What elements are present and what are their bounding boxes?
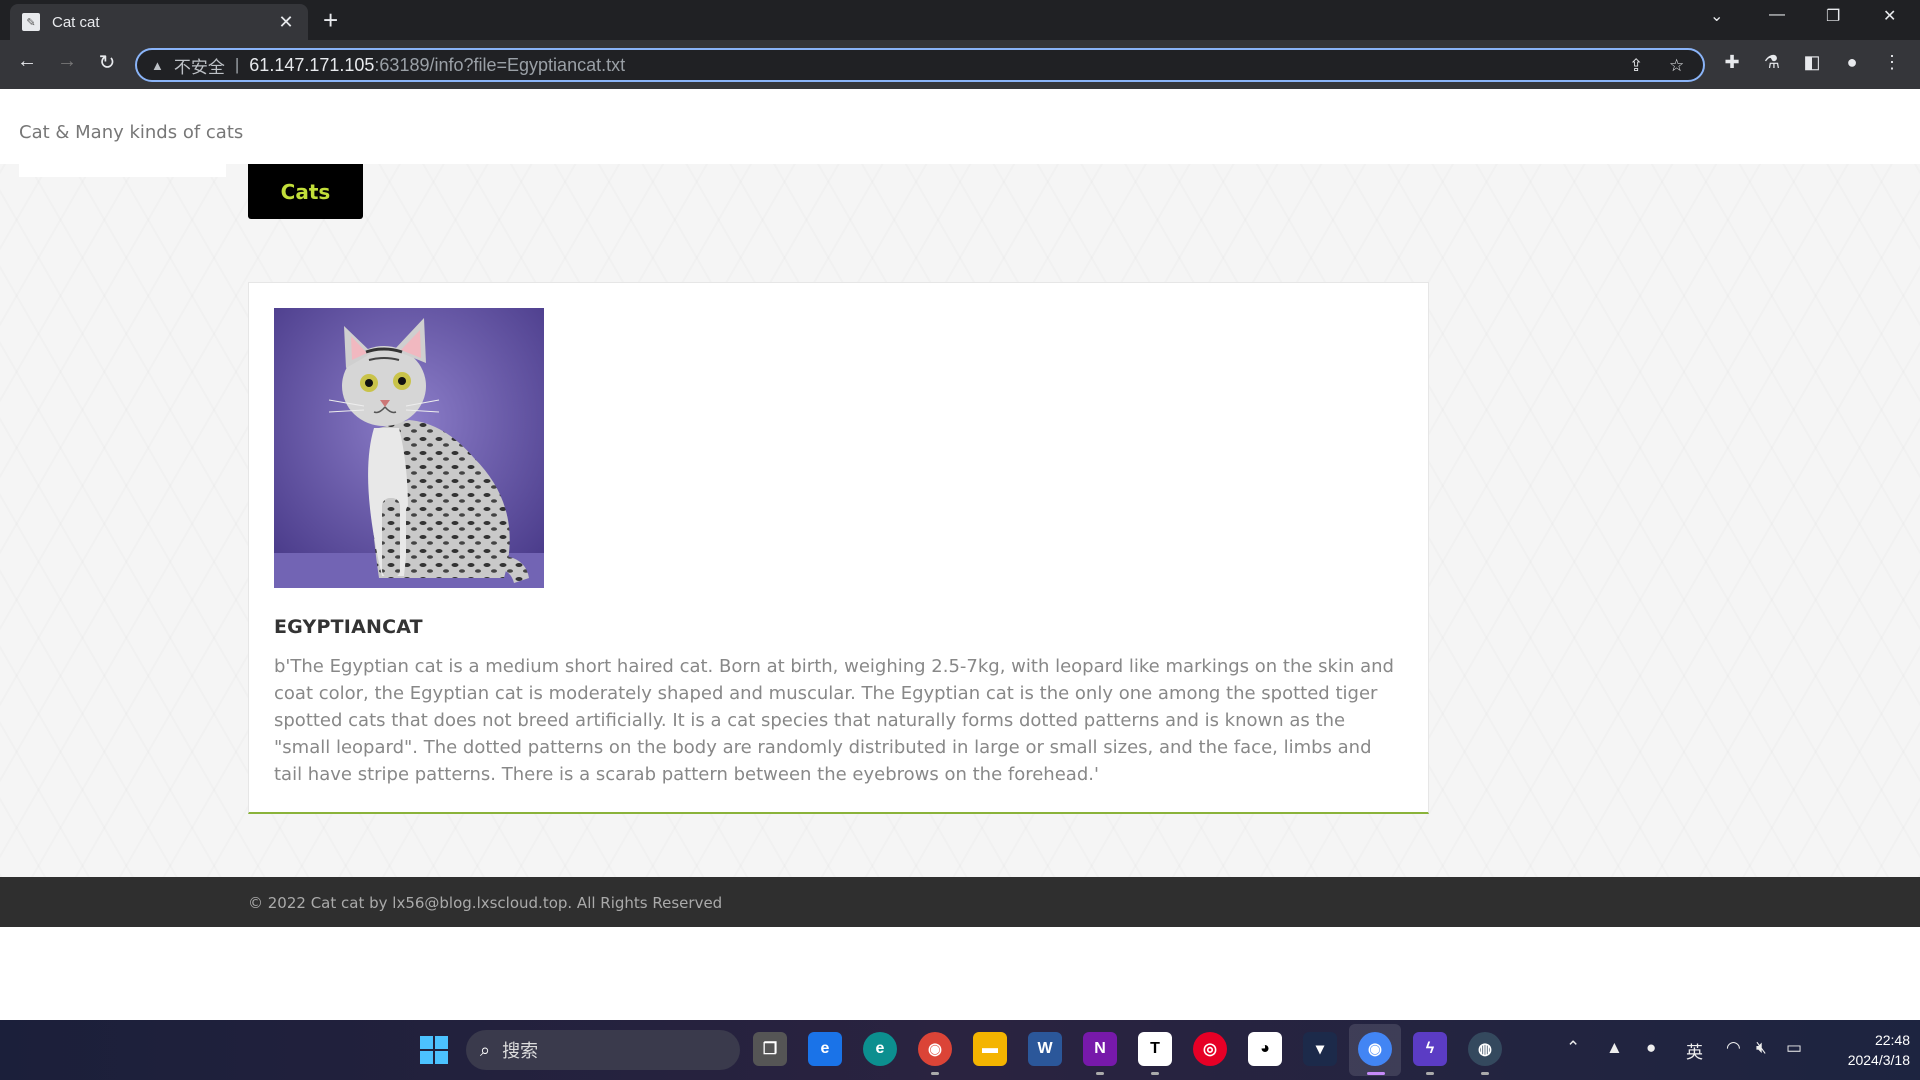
side-panel-icon[interactable]: ◧ xyxy=(1800,52,1824,73)
new-tab-button[interactable]: + xyxy=(323,6,338,34)
netease-music-icon[interactable]: ◎ xyxy=(1193,1032,1227,1066)
cat-info-card: EGYPTIANCAT b'The Egyptian cat is a medi… xyxy=(248,282,1429,814)
warning-icon: ▲ xyxy=(151,57,164,73)
labs-flask-icon[interactable]: ⚗ xyxy=(1760,52,1784,73)
browser-tab[interactable]: ✎ Cat cat ✕ xyxy=(10,4,308,40)
onenote-icon[interactable]: N xyxy=(1083,1032,1117,1066)
task-view-icon[interactable]: ❐ xyxy=(753,1032,787,1066)
wifi-icon[interactable]: ◠ xyxy=(1726,1038,1741,1058)
brand-underline xyxy=(19,164,226,177)
running-indicator xyxy=(1151,1072,1159,1075)
clock-time: 22:48 xyxy=(1874,1032,1910,1048)
cat-app-icon[interactable]: ▾ xyxy=(1303,1032,1337,1066)
site-brand[interactable]: Cat & Many kinds of cats xyxy=(19,122,243,143)
site-header: Cat & Many kinds of cats xyxy=(0,89,1920,164)
taskbar-clock[interactable]: 22:48 2024/3/18 xyxy=(1810,1030,1910,1070)
lightning-app-icon[interactable]: ϟ xyxy=(1413,1032,1447,1066)
restore-button[interactable]: ❐ xyxy=(1826,6,1840,26)
cats-nav-button[interactable]: Cats xyxy=(248,164,363,219)
running-indicator xyxy=(931,1072,939,1075)
search-icon: ⌕ xyxy=(480,1039,491,1060)
running-indicator xyxy=(1096,1072,1104,1075)
minimize-button[interactable]: — xyxy=(1769,6,1785,24)
cat-photo xyxy=(274,308,544,588)
clock-date: 2024/3/18 xyxy=(1847,1052,1910,1068)
favicon-icon: ✎ xyxy=(22,13,40,31)
running-indicator xyxy=(1426,1072,1434,1075)
address-bar[interactable]: ▲ 不安全 | 61.147.171.105 :63189/info?file=… xyxy=(135,48,1705,82)
browser-toolbar: ← → ↻ ▲ 不安全 | 61.147.171.105 :63189/info… xyxy=(0,40,1920,89)
taskbar-search-text: 搜索 xyxy=(502,1041,539,1061)
extensions-icon[interactable]: ✚ xyxy=(1720,52,1744,73)
tab-search-icon[interactable]: ⌄ xyxy=(1710,6,1723,26)
close-tab-icon[interactable]: ✕ xyxy=(276,12,296,33)
taskbar: ⌕ 搜索 ❐ e e ◉ ▬ W N T ◎ ◕ ▾ ◉ ϟ ◍ ⌃ ▲ ● 英… xyxy=(0,1020,1920,1080)
profile-icon[interactable]: ● xyxy=(1840,52,1864,73)
tray-wechat-icon[interactable]: ● xyxy=(1646,1038,1656,1058)
tab-title: Cat cat xyxy=(52,13,100,31)
bookmark-star-icon[interactable]: ☆ xyxy=(1669,56,1684,76)
globe-app-icon[interactable]: ◍ xyxy=(1468,1032,1502,1066)
share-icon[interactable]: ⇪ xyxy=(1629,56,1643,76)
cat-description: b'The Egyptian cat is a medium short hai… xyxy=(274,656,1394,785)
back-icon[interactable]: ← xyxy=(13,50,41,73)
chrome-icon[interactable]: ◉ xyxy=(918,1032,952,1066)
divider: | xyxy=(234,55,240,74)
ime-indicator[interactable]: 英 xyxy=(1686,1038,1703,1063)
footer-copyright: © 2022 Cat cat by lx56@blog.lxscloud.top… xyxy=(248,894,723,912)
battery-icon[interactable]: ▭ xyxy=(1786,1038,1802,1058)
volume-muted-icon[interactable]: 🔇︎ xyxy=(1756,1038,1767,1058)
active-indicator xyxy=(1367,1072,1385,1075)
cat-title: EGYPTIANCAT xyxy=(274,616,423,638)
edge-icon[interactable]: e xyxy=(863,1032,897,1066)
site-footer: © 2022 Cat cat by lx56@blog.lxscloud.top… xyxy=(0,877,1920,927)
word-icon[interactable]: W xyxy=(1028,1032,1062,1066)
typora-icon[interactable]: T xyxy=(1138,1032,1172,1066)
taskbar-search-box[interactable]: ⌕ 搜索 xyxy=(466,1030,740,1070)
forward-icon[interactable]: → xyxy=(53,50,81,73)
url-path: :63189/info?file=Egyptiancat.txt xyxy=(374,54,626,75)
security-label[interactable]: 不安全 xyxy=(174,53,225,78)
running-indicator xyxy=(1481,1072,1489,1075)
menu-icon[interactable]: ⋮ xyxy=(1880,52,1904,73)
browser-tabstrip: ✎ Cat cat ✕ + ⌄ — ❐ ✕ xyxy=(0,0,1920,40)
close-window-button[interactable]: ✕ xyxy=(1883,6,1896,26)
file-explorer-icon[interactable]: ▬ xyxy=(973,1032,1007,1066)
url-host: 61.147.171.105 xyxy=(249,54,375,75)
qq-icon[interactable]: ◕ xyxy=(1248,1032,1282,1066)
tray-cat-icon[interactable]: ▲ xyxy=(1606,1038,1623,1058)
web-page: Cat & Many kinds of cats Cats EGYPTIANCA… xyxy=(0,89,1920,1020)
reload-icon[interactable]: ↻ xyxy=(93,50,121,75)
ie-icon[interactable]: e xyxy=(808,1032,842,1066)
tray-overflow-icon[interactable]: ⌃ xyxy=(1566,1038,1580,1058)
windows-start-icon[interactable] xyxy=(420,1036,448,1064)
chrome-active-icon[interactable]: ◉ xyxy=(1358,1032,1392,1066)
